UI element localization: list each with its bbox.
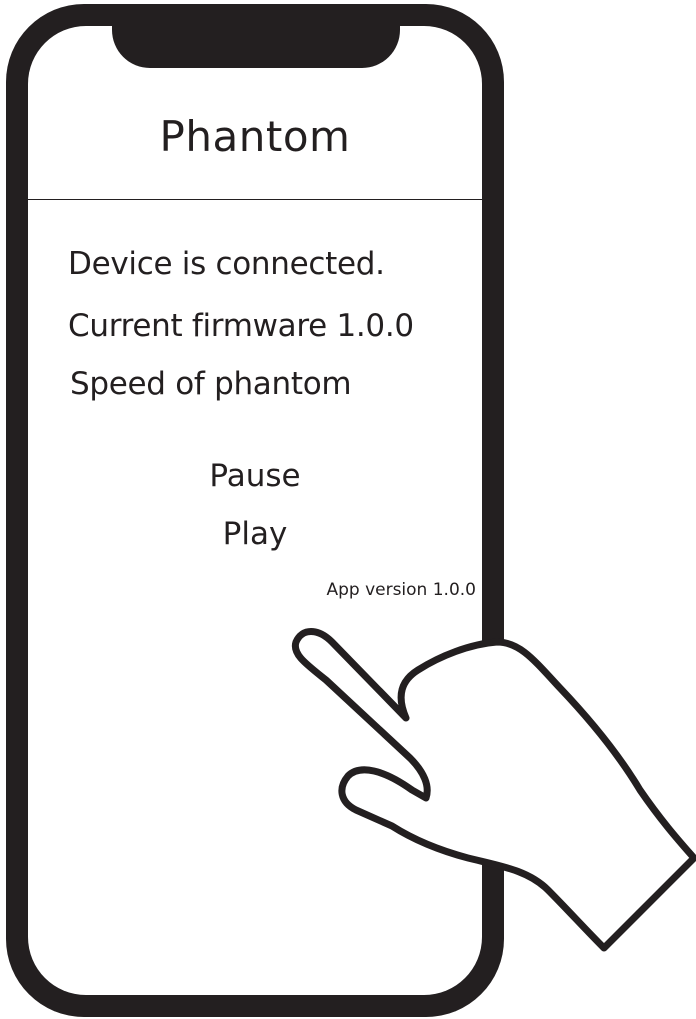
connection-status: Device is connected. bbox=[68, 246, 385, 282]
phone-notch bbox=[112, 26, 400, 68]
app-header: Phantom bbox=[28, 86, 482, 200]
pause-button[interactable]: Pause bbox=[28, 458, 482, 494]
app-version: App version 1.0.0 bbox=[326, 580, 476, 600]
phone-screen: Phantom Device is connected. Current fir… bbox=[28, 26, 482, 995]
firmware-version: Current firmware 1.0.0 bbox=[68, 308, 414, 344]
speed-label: Speed of phantom bbox=[70, 366, 352, 402]
app-title: Phantom bbox=[159, 112, 351, 161]
play-button[interactable]: Play bbox=[28, 516, 482, 552]
phone-frame: Phantom Device is connected. Current fir… bbox=[6, 4, 504, 1017]
